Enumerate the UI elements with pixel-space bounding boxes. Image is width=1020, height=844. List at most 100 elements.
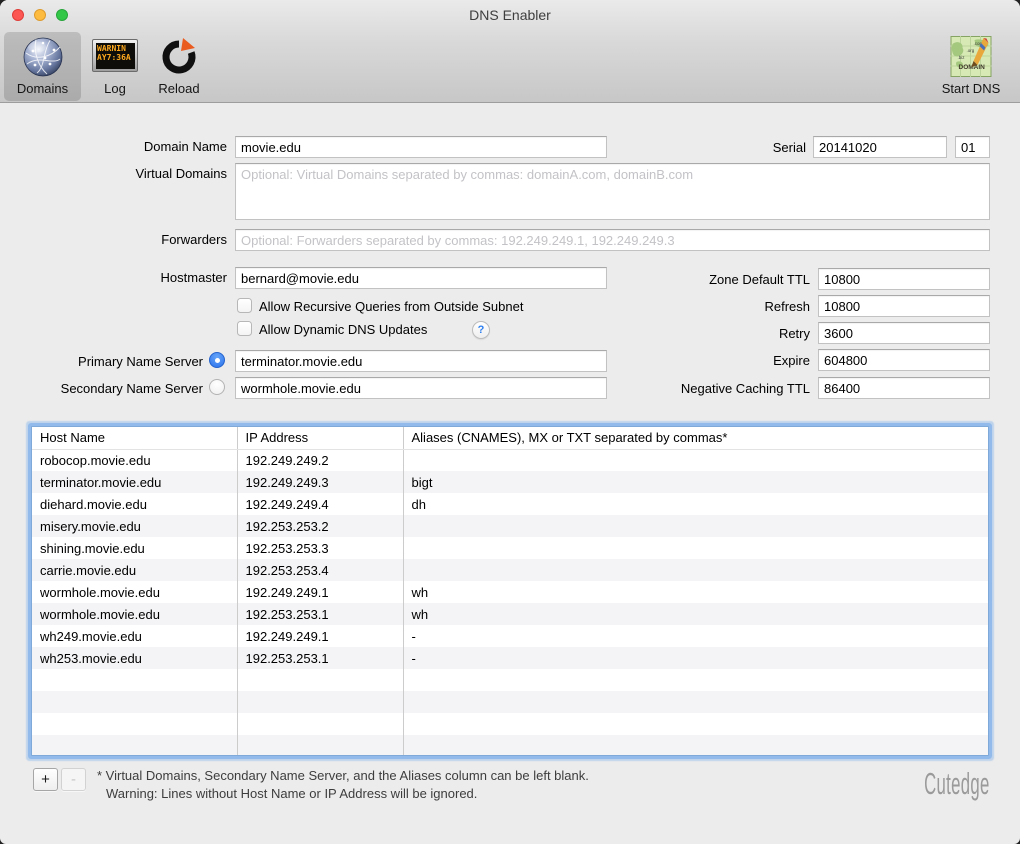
led-warning-icon: WARNINAY7:36A xyxy=(92,36,138,72)
table-row[interactable] xyxy=(32,669,988,691)
zone-default-ttl-input[interactable] xyxy=(818,268,990,290)
table-row[interactable] xyxy=(32,735,988,756)
host-table-body: robocop.movie.edu192.249.249.2terminator… xyxy=(32,449,988,756)
table-row[interactable]: misery.movie.edu192.253.253.2 xyxy=(32,515,988,537)
globe-network-icon xyxy=(22,36,64,83)
secondary-ns-label: Secondary Name Server xyxy=(0,381,203,396)
domain-name-label: Domain Name xyxy=(0,139,227,154)
toolbar-item-start-dns[interactable]: .com .org .biz DOMAIN Start DNS xyxy=(928,32,1014,101)
zone-default-ttl-label: Zone Default TTL xyxy=(520,272,810,287)
table-row[interactable] xyxy=(32,691,988,713)
column-header-host-name[interactable]: Host Name xyxy=(32,427,237,449)
cell-aliases xyxy=(403,713,988,735)
table-header-row: Host Name IP Address Aliases (CNAMES), M… xyxy=(32,427,988,449)
hosts-table[interactable]: Host Name IP Address Aliases (CNAMES), M… xyxy=(31,426,989,756)
app-window: DNS Enabler xyxy=(0,0,1020,844)
cell-host-name: wormhole.movie.edu xyxy=(32,581,237,603)
cell-ip-address: 192.253.253.4 xyxy=(237,559,403,581)
toolbar-item-reload[interactable]: Reload xyxy=(146,32,212,101)
forwarders-input[interactable] xyxy=(235,229,990,251)
cell-host-name xyxy=(32,691,237,713)
column-header-aliases[interactable]: Aliases (CNAMES), MX or TXT separated by… xyxy=(403,427,988,449)
cell-aliases xyxy=(403,669,988,691)
cell-aliases xyxy=(403,559,988,581)
negative-caching-ttl-input[interactable] xyxy=(818,377,990,399)
svg-text:.biz: .biz xyxy=(958,55,966,60)
cell-ip-address xyxy=(237,713,403,735)
serial-seq-input[interactable] xyxy=(955,136,990,158)
cell-ip-address: 192.253.253.1 xyxy=(237,603,403,625)
add-row-button[interactable]: + xyxy=(33,768,58,791)
cell-host-name: wh253.movie.edu xyxy=(32,647,237,669)
remove-row-button[interactable]: - xyxy=(61,768,86,791)
primary-ns-radio[interactable] xyxy=(209,352,225,368)
cell-ip-address xyxy=(237,735,403,756)
table-row[interactable]: diehard.movie.edu192.249.249.4dh xyxy=(32,493,988,515)
retry-label: Retry xyxy=(520,326,810,341)
table-row[interactable]: terminator.movie.edu192.249.249.3bigt xyxy=(32,471,988,493)
footnote-line2: Warning: Lines without Host Name or IP A… xyxy=(106,786,477,801)
table-row[interactable]: wormhole.movie.edu192.253.253.1wh xyxy=(32,603,988,625)
toolbar-item-log[interactable]: WARNINAY7:36A Log xyxy=(84,32,146,101)
window-title: DNS Enabler xyxy=(0,7,1020,23)
toolbar-label-reload: Reload xyxy=(146,81,212,96)
table-row[interactable]: wh249.movie.edu192.249.249.1- xyxy=(32,625,988,647)
cell-aliases xyxy=(403,537,988,559)
toolbar-label-domains: Domains xyxy=(4,81,81,96)
expire-label: Expire xyxy=(520,353,810,368)
cell-host-name: misery.movie.edu xyxy=(32,515,237,537)
serial-date-input[interactable] xyxy=(813,136,947,158)
cell-host-name xyxy=(32,735,237,756)
table-row[interactable]: shining.movie.edu192.253.253.3 xyxy=(32,537,988,559)
table-row[interactable]: carrie.movie.edu192.253.253.4 xyxy=(32,559,988,581)
cell-host-name: wh249.movie.edu xyxy=(32,625,237,647)
toolbar-item-domains[interactable]: Domains xyxy=(4,32,81,101)
title-toolbar: DNS Enabler xyxy=(0,0,1020,103)
svg-text:DOMAIN: DOMAIN xyxy=(959,64,986,71)
table-row[interactable]: wh253.movie.edu192.253.253.1- xyxy=(32,647,988,669)
cell-ip-address: 192.249.249.1 xyxy=(237,625,403,647)
serial-label: Serial xyxy=(620,140,806,155)
cell-ip-address: 192.249.249.4 xyxy=(237,493,403,515)
allow-dynamic-checkbox[interactable] xyxy=(237,321,252,336)
primary-ns-label: Primary Name Server xyxy=(0,354,203,369)
cell-host-name: shining.movie.edu xyxy=(32,537,237,559)
table-row[interactable]: wormhole.movie.edu192.249.249.1wh xyxy=(32,581,988,603)
allow-dynamic-label: Allow Dynamic DNS Updates xyxy=(259,322,427,337)
table-row[interactable] xyxy=(32,713,988,735)
cell-ip-address: 192.253.253.2 xyxy=(237,515,403,537)
retry-input[interactable] xyxy=(818,322,990,344)
cutedge-logo: Cutedge xyxy=(925,767,990,802)
domain-name-input[interactable] xyxy=(235,136,607,158)
cell-aliases xyxy=(403,735,988,756)
cell-aliases: wh xyxy=(403,603,988,625)
cell-ip-address: 192.253.253.3 xyxy=(237,537,403,559)
column-header-ip-address[interactable]: IP Address xyxy=(237,427,403,449)
refresh-input[interactable] xyxy=(818,295,990,317)
cell-host-name: diehard.movie.edu xyxy=(32,493,237,515)
cell-ip-address xyxy=(237,669,403,691)
cell-host-name: terminator.movie.edu xyxy=(32,471,237,493)
toolbar-label-log: Log xyxy=(84,81,146,96)
cell-aliases xyxy=(403,449,988,471)
table-row[interactable]: robocop.movie.edu192.249.249.2 xyxy=(32,449,988,471)
cell-aliases: wh xyxy=(403,581,988,603)
expire-input[interactable] xyxy=(818,349,990,371)
cell-aliases: - xyxy=(403,647,988,669)
virtual-domains-label: Virtual Domains xyxy=(0,166,227,181)
secondary-ns-radio[interactable] xyxy=(209,379,225,395)
cell-aliases xyxy=(403,515,988,537)
forwarders-label: Forwarders xyxy=(0,232,227,247)
negative-caching-ttl-label: Negative Caching TTL xyxy=(520,381,810,396)
allow-recursive-checkbox[interactable] xyxy=(237,298,252,313)
help-icon[interactable]: ? xyxy=(472,321,490,339)
reload-icon xyxy=(160,38,198,81)
cell-ip-address: 192.249.249.1 xyxy=(237,581,403,603)
cell-ip-address: 192.249.249.2 xyxy=(237,449,403,471)
cell-ip-address: 192.253.253.1 xyxy=(237,647,403,669)
cell-ip-address xyxy=(237,691,403,713)
refresh-label: Refresh xyxy=(520,299,810,314)
virtual-domains-input[interactable] xyxy=(235,163,990,220)
domain-map-icon: .com .org .biz DOMAIN xyxy=(951,36,992,82)
cell-aliases: dh xyxy=(403,493,988,515)
